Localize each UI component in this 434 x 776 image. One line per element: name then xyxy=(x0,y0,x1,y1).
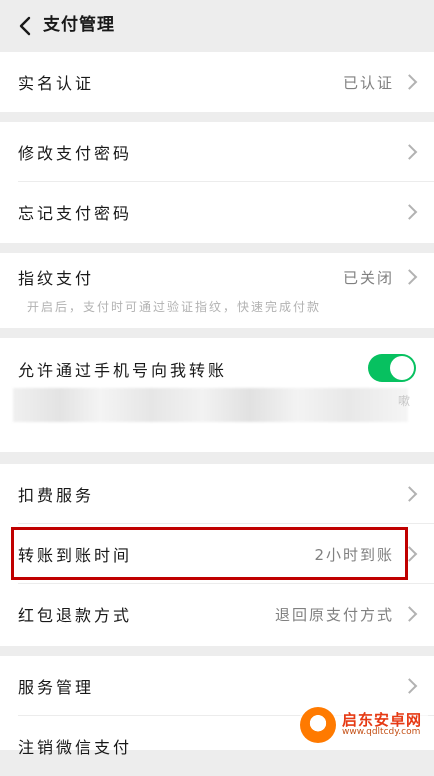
real-name-label: 实名认证 xyxy=(18,74,95,93)
fingerprint-group[interactable]: 指纹支付 已关闭 开启后，支付时可通过验证指纹，快速完成付款 xyxy=(0,253,434,328)
fingerprint-description: 开启后，支付时可通过验证指纹，快速完成付款 xyxy=(27,300,322,314)
chevron-right-icon xyxy=(401,144,418,160)
cancel-pay-label: 注销微信支付 xyxy=(18,738,133,757)
chevron-right-icon xyxy=(401,606,418,622)
change-password-label: 修改支付密码 xyxy=(18,144,133,163)
red-packet-refund-row[interactable]: 红包退款方式 退回原支付方式 xyxy=(0,584,434,644)
phone-transfer-toggle[interactable] xyxy=(368,354,416,382)
deduct-service-label: 扣费服务 xyxy=(18,486,95,505)
red-packet-refund-value: 退回原支付方式 xyxy=(274,605,394,624)
chevron-right-icon xyxy=(401,269,418,285)
phone-transfer-label: 允许通过手机号向我转账 xyxy=(18,361,228,380)
service-management-label: 服务管理 xyxy=(18,678,95,697)
fingerprint-status: 已关闭 xyxy=(342,269,394,287)
change-password-row[interactable]: 修改支付密码 xyxy=(0,122,434,182)
real-name-group: 实名认证 已认证 xyxy=(0,52,434,112)
fingerprint-label: 指纹支付 xyxy=(18,269,95,288)
blurred-tail-text: 嗽 xyxy=(398,394,411,408)
forgot-password-label: 忘记支付密码 xyxy=(18,204,133,223)
toggle-knob xyxy=(390,356,414,380)
real-name-row[interactable]: 实名认证 已认证 xyxy=(0,52,434,112)
watermark-logo: 启东安卓网 www.qdltcdy.com xyxy=(300,704,428,746)
password-group: 修改支付密码 忘记支付密码 xyxy=(0,122,434,243)
back-arrow-icon xyxy=(19,16,31,36)
red-packet-refund-label: 红包退款方式 xyxy=(18,606,133,625)
highlight-box xyxy=(11,527,408,580)
watermark-url: www.qdltcdy.com xyxy=(342,727,421,738)
deduct-service-row[interactable]: 扣费服务 xyxy=(0,464,434,524)
real-name-status: 已认证 xyxy=(342,73,394,92)
back-button[interactable] xyxy=(12,13,38,39)
nav-header: 支付管理 xyxy=(0,0,434,52)
chevron-right-icon xyxy=(401,678,418,694)
watermark-icon xyxy=(300,707,336,743)
chevron-right-icon xyxy=(401,486,418,502)
blurred-description xyxy=(13,388,408,422)
watermark-name: 启东安卓网 xyxy=(342,710,423,729)
chevron-right-icon xyxy=(401,74,418,90)
page-title: 支付管理 xyxy=(43,15,115,35)
chevron-right-icon xyxy=(401,204,418,220)
forgot-password-row[interactable]: 忘记支付密码 xyxy=(0,182,434,242)
